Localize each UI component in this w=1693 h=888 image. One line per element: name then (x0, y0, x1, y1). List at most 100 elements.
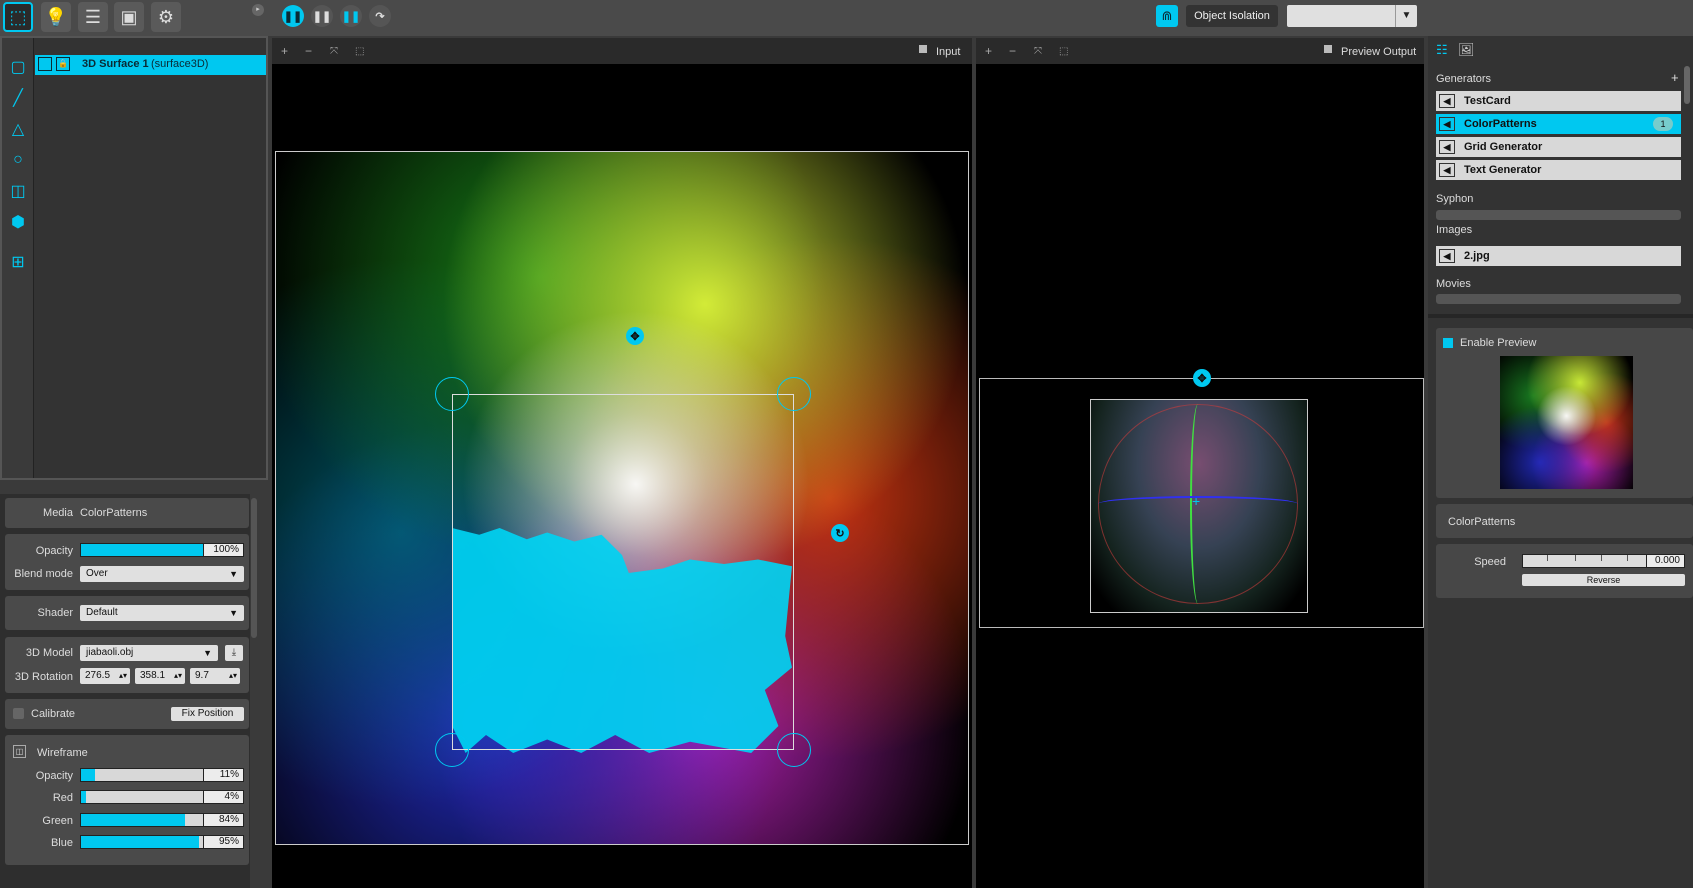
speed-label: Speed (1474, 556, 1506, 568)
zoom-out-icon[interactable]: − (1009, 44, 1016, 58)
media-group: Media ColorPatterns (5, 498, 249, 528)
add-circle-icon[interactable]: ○ (7, 149, 29, 171)
load-model-icon[interactable]: ⤓ (225, 645, 243, 661)
fullscreen-icon[interactable]: ⬚ (355, 46, 364, 57)
lightbulb-icon[interactable]: 💡 (41, 2, 71, 32)
preview-output-checkbox[interactable] (1324, 45, 1332, 53)
pause-output-button[interactable]: ❚❚ (340, 5, 362, 27)
shader-label: Shader (37, 607, 73, 619)
lock-icon[interactable]: 🔒 (56, 57, 70, 71)
input-viewport[interactable]: + − ⤧ ⬚ Input ✥ ↻ (272, 38, 972, 888)
corner-handle-bottom-right[interactable] (777, 733, 811, 767)
corner-handle-top-right[interactable] (777, 377, 811, 411)
redo-icon[interactable]: ↷ (369, 5, 391, 27)
list-icon[interactable]: ☰ (78, 2, 108, 32)
generator-item[interactable]: ◀ Text Generator (1436, 160, 1681, 180)
blend-mode-dropdown[interactable]: Over ▼ (80, 566, 244, 582)
rotation-y-stepper[interactable]: 358.1 ▴▾ (135, 668, 185, 684)
fit-icon[interactable]: ⤧ (1034, 46, 1042, 57)
reverse-button[interactable]: Reverse (1522, 574, 1685, 586)
expand-icon[interactable]: ▸ (252, 4, 264, 16)
add-line-icon[interactable]: ╱ (7, 87, 29, 109)
zoom-in-icon[interactable]: + (281, 44, 288, 58)
add-3d-surface-icon[interactable]: ⬢ (7, 211, 29, 233)
model-group: 3D Model jiabaoli.obj ▼ ⤓ 3D Rotation 27… (5, 637, 249, 693)
props-scrollbar[interactable] (251, 498, 257, 638)
rotate-handle-icon[interactable]: ↻ (831, 524, 849, 542)
surface-bounding-box[interactable] (452, 394, 794, 750)
generator-item[interactable]: ◀ TestCard (1436, 91, 1681, 111)
opacity-slider[interactable]: 100% (80, 543, 244, 557)
fix-position-button[interactable]: Fix Position (171, 707, 244, 721)
chevron-down-icon: ▼ (203, 648, 212, 658)
input-toggle-checkbox[interactable] (919, 45, 927, 53)
usage-badge: 1 (1653, 117, 1673, 131)
enable-preview-label: Enable Preview (1460, 337, 1537, 349)
blue-slider[interactable]: 95% (80, 835, 244, 849)
movies-label: Movies (1436, 278, 1471, 290)
image-view-icon[interactable]: 🖼 (1458, 42, 1475, 58)
zoom-in-icon[interactable]: + (985, 44, 992, 58)
source-name-group: ColorPatterns (1436, 504, 1693, 538)
add-triangle-icon[interactable]: △ (7, 118, 29, 140)
panel-divider (1428, 314, 1693, 318)
wf-opacity-label: Opacity (35, 770, 73, 782)
corner-handle-bottom-left[interactable] (435, 733, 469, 767)
add-group-icon[interactable]: ⊞ (7, 251, 29, 273)
fullscreen-icon[interactable]: ⬚ (1059, 46, 1068, 57)
add-mesh-icon[interactable]: ◫ (7, 180, 29, 202)
visibility-checkbox[interactable] (38, 57, 52, 71)
shader-dropdown[interactable]: Default ▼ (80, 605, 244, 621)
wf-opacity-slider[interactable]: 11% (80, 768, 244, 782)
play-pause-all-button[interactable]: ❚❚ (282, 5, 304, 27)
images-label: Images (1436, 224, 1473, 236)
fit-icon[interactable]: ⤧ (330, 46, 338, 57)
image-name: 2.jpg (1464, 250, 1490, 262)
speed-value: 0.000 (1646, 555, 1684, 567)
rotation-z-stepper[interactable]: 9.7 ▴▾ (190, 668, 240, 684)
source-preview-thumbnail (1500, 356, 1633, 489)
play-icon: ◀ (1439, 163, 1455, 177)
output-viewport[interactable]: + − ⤧ ⬚ Preview Output + ✥ (976, 38, 1424, 888)
layer-item-3d-surface[interactable]: 🔒 3D Surface 1 (surface3D) (35, 55, 266, 75)
syphon-label: Syphon (1436, 193, 1474, 205)
sources-scrollbar[interactable] (1684, 66, 1690, 104)
move-handle-icon[interactable]: ✥ (626, 327, 644, 345)
chevron-down-icon[interactable]: ▼ (1395, 5, 1417, 27)
image-item[interactable]: ◀ 2.jpg (1436, 246, 1681, 266)
red-slider[interactable]: 4% (80, 790, 244, 804)
red-label: Red (52, 792, 73, 804)
preset-dropdown[interactable]: ▼ (1287, 5, 1417, 27)
list-view-icon[interactable]: ☷ (1436, 42, 1448, 58)
speed-slider[interactable]: 0.000 (1522, 554, 1685, 568)
surface-mode-icon[interactable]: ⬚ (3, 2, 33, 32)
generator-item[interactable]: ◀ ColorPatterns 1 (1436, 114, 1681, 134)
3d-model-dropdown[interactable]: jiabaoli.obj ▼ (80, 645, 218, 661)
magnet-icon[interactable]: ⋒ (1156, 5, 1178, 27)
wireframe-icon[interactable]: ◫ (13, 745, 26, 758)
enable-preview-checkbox[interactable] (1443, 338, 1453, 348)
pause-input-button[interactable]: ❚❚ (311, 5, 333, 27)
play-icon: ◀ (1439, 249, 1455, 263)
properties-panel: Media ColorPatterns Opacity 100% Blend m… (0, 494, 257, 888)
add-generator-icon[interactable]: + (1671, 70, 1679, 85)
rotation-y-value: 358.1 (140, 670, 166, 681)
top-toolbar: ⬚ 💡 ☰ ▣ ⚙ ▸ ❚❚ ❚❚ ❚❚ ↷ ⋒ Object Isolatio… (0, 0, 1693, 36)
generator-name: Text Generator (1464, 164, 1542, 176)
object-isolation-button[interactable]: Object Isolation (1186, 5, 1278, 27)
shader-value: Default (86, 607, 118, 618)
rotation-z-value: 9.7 (195, 670, 209, 681)
generator-item[interactable]: ◀ Grid Generator (1436, 137, 1681, 157)
add-quad-icon[interactable]: ▢ (7, 56, 29, 78)
green-slider[interactable]: 84% (80, 813, 244, 827)
move-handle-icon[interactable]: ✥ (1193, 369, 1211, 387)
corner-handle-top-left[interactable] (435, 377, 469, 411)
gear-icon[interactable]: ⚙ (151, 2, 181, 32)
projector-icon[interactable]: ▣ (114, 2, 144, 32)
wireframe-label: Wireframe (37, 747, 88, 759)
calibrate-checkbox[interactable] (13, 708, 24, 719)
input-view-toolbar: + − ⤧ ⬚ Input (272, 38, 972, 64)
zoom-out-icon[interactable]: − (305, 44, 312, 58)
shape-tools: ▢ ╱ △ ○ ◫ ⬢ ⊞ (2, 38, 34, 478)
rotation-x-stepper[interactable]: 276.5 ▴▾ (80, 668, 130, 684)
